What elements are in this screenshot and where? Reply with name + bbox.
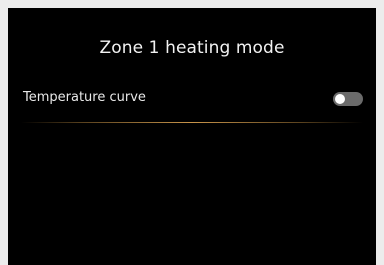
page-title: Zone 1 heating mode xyxy=(99,38,285,58)
device-screen: Zone 1 heating mode Temperature curve xyxy=(8,8,376,265)
setting-label: Temperature curve xyxy=(23,90,146,105)
divider xyxy=(21,122,363,123)
setting-row-temperature-curve: Temperature curve xyxy=(8,84,376,124)
toggle-knob xyxy=(335,94,345,104)
temperature-curve-toggle[interactable] xyxy=(333,92,363,106)
